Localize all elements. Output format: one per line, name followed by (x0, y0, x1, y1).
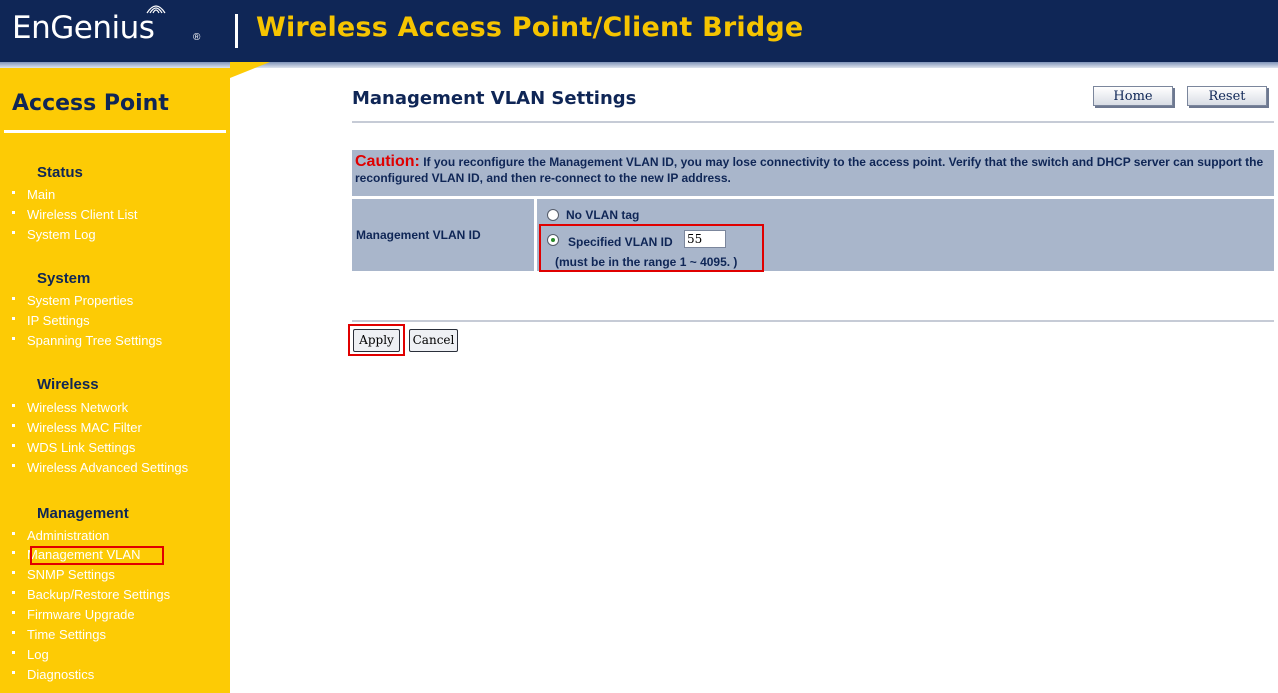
bullet-icon (12, 337, 15, 340)
title-divider (352, 121, 1274, 123)
bullet-icon (12, 424, 15, 427)
bullet-icon (12, 231, 15, 234)
sidebar: Access Point Status Main Wireless Client… (0, 68, 230, 693)
sidebar-item-label: Log (27, 647, 49, 662)
sidebar-item-label: Firmware Upgrade (27, 607, 135, 622)
caution-label: Caution: (355, 153, 420, 170)
sidebar-divider (4, 130, 226, 133)
bullet-icon (12, 444, 15, 447)
no-vlan-tag-radio[interactable] (547, 209, 559, 221)
page-title: Management VLAN Settings (352, 88, 637, 109)
vlan-label-cell: Management VLAN ID (352, 199, 534, 271)
sidebar-item-label: Spanning Tree Settings (27, 333, 163, 348)
vlan-option-highlight (539, 224, 764, 272)
caution-message: Caution: If you reconfigure the Manageme… (352, 150, 1274, 196)
header-divider (235, 14, 238, 48)
bullet-icon (12, 551, 15, 554)
apply-button[interactable]: Apply (353, 329, 400, 352)
sidebar-item-label: Wireless Advanced Settings (27, 460, 189, 475)
sidebar-item-label: Wireless Client List (27, 207, 138, 222)
sidebar-item-label: Backup/Restore Settings (27, 587, 171, 602)
sidebar-item-label: WDS Link Settings (27, 440, 136, 455)
sidebar-item-label: SNMP Settings (27, 567, 115, 582)
active-item-highlight (30, 546, 164, 565)
sidebar-item-label: Wireless MAC Filter (27, 420, 142, 435)
sidebar-item-label: Time Settings (27, 627, 106, 642)
no-vlan-tag-label[interactable]: No VLAN tag (566, 208, 639, 222)
section-heading-wireless: Wireless (37, 376, 99, 393)
sidebar-item-label: IP Settings (27, 313, 90, 328)
sidebar-item-label: Diagnostics (27, 667, 95, 682)
caution-text: If you reconfigure the Management VLAN I… (355, 155, 1264, 185)
bullet-icon (12, 591, 15, 594)
bullet-icon (12, 651, 15, 654)
bullet-icon (12, 191, 15, 194)
form-divider (352, 320, 1274, 322)
bullet-icon (12, 464, 15, 467)
sidebar-item-label: System Log (27, 227, 96, 242)
bullet-icon (12, 211, 15, 214)
section-heading-system: System (37, 270, 91, 287)
bullet-icon (12, 317, 15, 320)
sidebar-item-label: System Properties (27, 293, 134, 308)
bullet-icon (12, 404, 15, 407)
sidebar-item-label: Administration (27, 528, 110, 543)
cancel-button[interactable]: Cancel (409, 329, 458, 352)
bullet-icon (12, 611, 15, 614)
management-vlan-id-label: Management VLAN ID (356, 228, 481, 242)
section-heading-status: Status (37, 164, 83, 181)
app-header: EnGenius ® Wireless Access Point/Client … (0, 0, 1278, 62)
engenius-logo: EnGenius (12, 10, 155, 46)
section-heading-management: Management (37, 505, 129, 522)
sidebar-title: Access Point (12, 91, 169, 116)
home-button[interactable]: Home (1093, 86, 1173, 106)
reset-button[interactable]: Reset (1187, 86, 1267, 106)
bullet-icon (12, 571, 15, 574)
bullet-icon (12, 532, 15, 535)
bullet-icon (12, 297, 15, 300)
sidebar-item-label: Wireless Network (27, 400, 129, 415)
sidebar-item-label: Main (27, 187, 56, 202)
bullet-icon (12, 671, 15, 674)
wifi-wave-icon (146, 5, 166, 14)
registered-mark: ® (193, 32, 201, 43)
bullet-icon (12, 631, 15, 634)
header-title: Wireless Access Point/Client Bridge (256, 12, 804, 43)
